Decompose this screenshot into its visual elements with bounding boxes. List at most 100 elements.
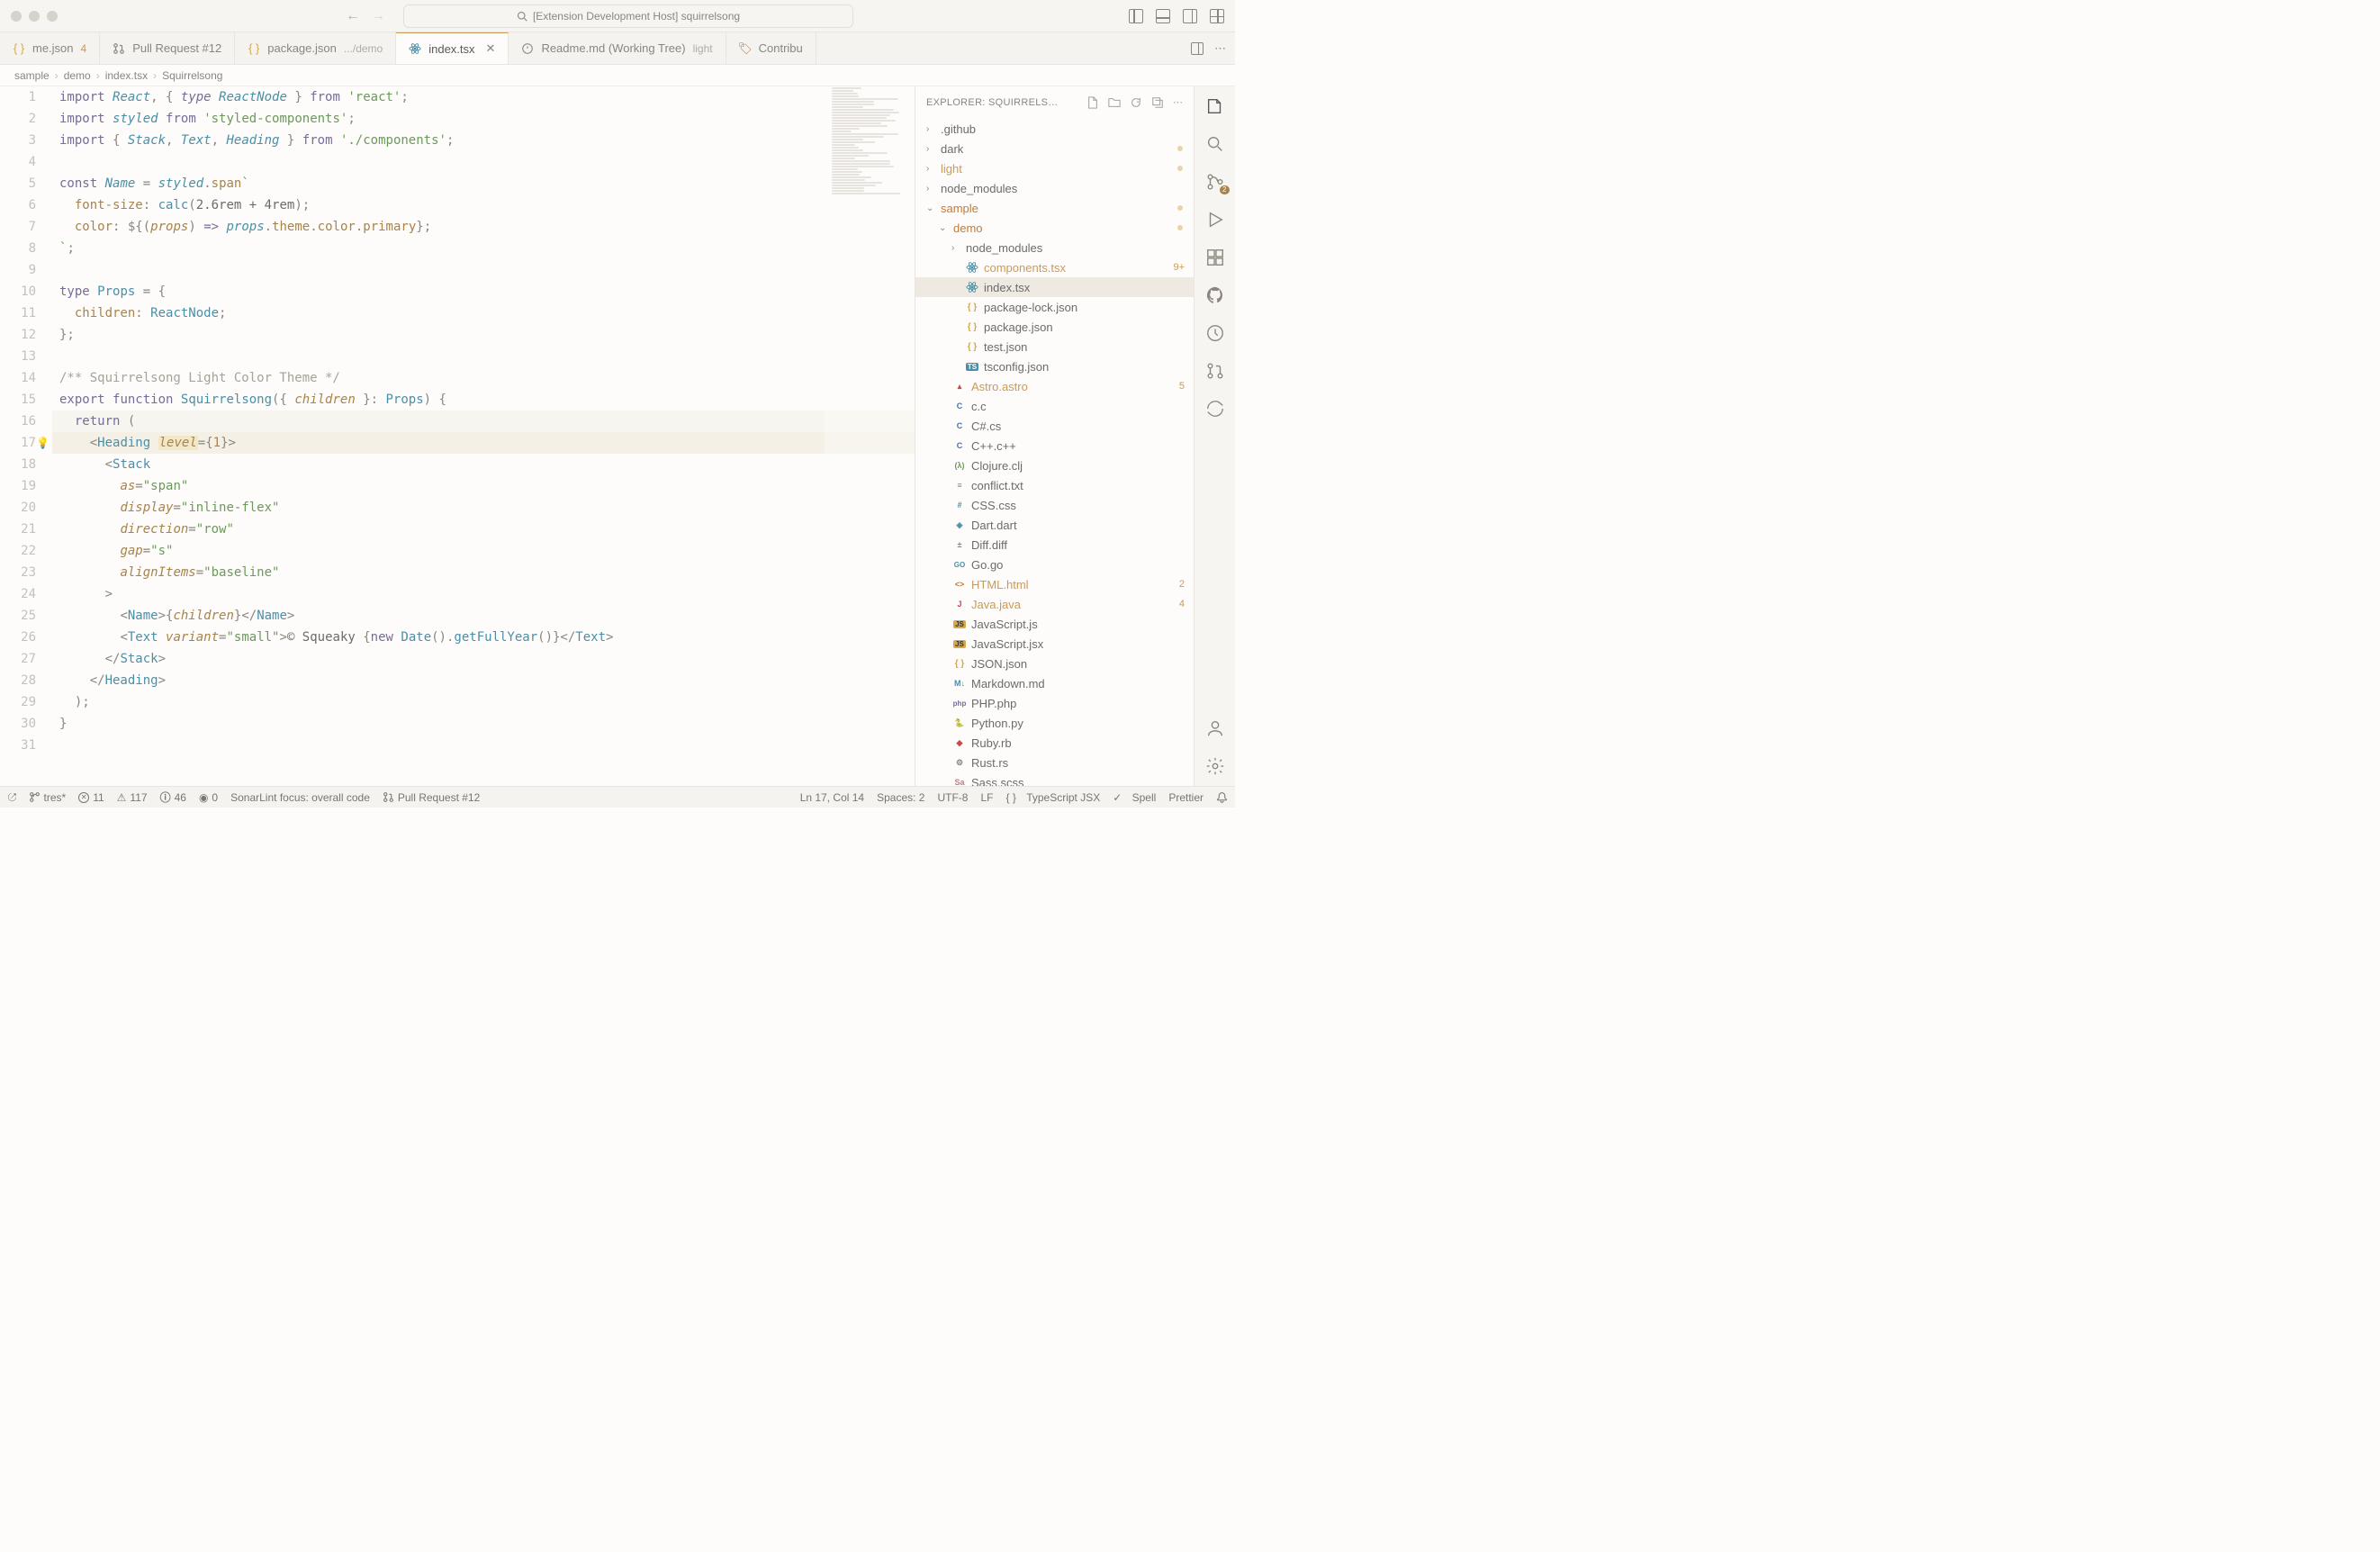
tree-file[interactable]: { }package.json <box>915 317 1194 337</box>
editor-tab[interactable]: Pull Request #12 <box>100 32 235 64</box>
spell-check[interactable]: ✓ Spell <box>1113 791 1156 804</box>
nav-forward[interactable]: → <box>371 8 385 24</box>
tree-folder[interactable]: ›.github <box>915 119 1194 139</box>
indentation[interactable]: Spaces: 2 <box>877 791 924 804</box>
more-actions-icon[interactable]: ⋯ <box>1214 41 1226 56</box>
toggle-panel-icon[interactable] <box>1156 9 1170 23</box>
tree-file[interactable]: SaSass.scss <box>915 772 1194 786</box>
problems-warnings[interactable]: ⚠117 <box>117 791 148 804</box>
toggle-primary-sidebar-icon[interactable] <box>1129 9 1143 23</box>
github-icon[interactable] <box>1204 284 1226 306</box>
editor-tab[interactable]: Readme.md (Working Tree)light <box>509 32 726 64</box>
tree-folder[interactable]: ›light <box>915 158 1194 178</box>
tree-file[interactable]: <>HTML.html2 <box>915 574 1194 594</box>
close-icon[interactable]: ✕ <box>486 41 496 56</box>
split-editor-icon[interactable] <box>1191 42 1204 55</box>
cursor-position[interactable]: Ln 17, Col 14 <box>800 791 864 804</box>
pull-request-icon[interactable] <box>1204 360 1226 382</box>
refresh-icon[interactable] <box>1130 96 1142 109</box>
language-mode[interactable]: { } TypeScript JSX <box>1005 791 1100 804</box>
collapse-all-icon[interactable] <box>1151 96 1164 109</box>
code-editor[interactable]: 1234567891011121314151617181920212223242… <box>0 86 915 786</box>
tree-file[interactable]: ±Diff.diff <box>915 535 1194 555</box>
tree-file[interactable]: 🐍Python.py <box>915 713 1194 733</box>
tree-file[interactable]: { }package-lock.json <box>915 297 1194 317</box>
tree-file[interactable]: { }test.json <box>915 337 1194 356</box>
tree-file[interactable]: ≡conflict.txt <box>915 475 1194 495</box>
tree-folder[interactable]: ⌄demo <box>915 218 1194 238</box>
tree-file[interactable]: ◈Dart.dart <box>915 515 1194 535</box>
tree-file[interactable]: index.tsx <box>915 277 1194 297</box>
loop-icon[interactable] <box>1204 398 1226 420</box>
tree-file[interactable]: JJava.java4 <box>915 594 1194 614</box>
tree-file[interactable]: GOGo.go <box>915 555 1194 574</box>
tree-label: package-lock.json <box>984 301 1194 314</box>
account-icon[interactable] <box>1204 717 1226 739</box>
md-icon: M↓ <box>953 677 966 690</box>
toggle-secondary-sidebar-icon[interactable] <box>1183 9 1197 23</box>
sonarlint-count[interactable]: ◉0 <box>199 791 218 804</box>
tree-file[interactable]: JSJavaScript.jsx <box>915 634 1194 654</box>
problems-info[interactable]: ⓘ46 <box>160 790 186 805</box>
tree-file[interactable]: phpPHP.php <box>915 693 1194 713</box>
tree-file[interactable]: CC#.cs <box>915 416 1194 436</box>
code-content[interactable]: import React, { type ReactNode } from 'r… <box>52 86 915 786</box>
editor-tab[interactable]: 🏷Contribu <box>726 32 816 64</box>
modified-dot <box>1177 205 1183 211</box>
pull-request-status[interactable]: Pull Request #12 <box>383 791 480 804</box>
tree-folder[interactable]: ›node_modules <box>915 238 1194 257</box>
run-debug-icon[interactable] <box>1204 209 1226 230</box>
tree-folder[interactable]: ›dark <box>915 139 1194 158</box>
lightbulb-icon[interactable]: 💡 <box>36 432 50 454</box>
tree-file[interactable]: JSJavaScript.js <box>915 614 1194 634</box>
command-center[interactable]: [Extension Development Host] squirrelson… <box>403 5 853 28</box>
encoding[interactable]: UTF-8 <box>937 791 968 804</box>
problems-errors[interactable]: ✕11 <box>78 791 104 804</box>
more-icon[interactable]: ⋯ <box>1173 96 1183 109</box>
remote-indicator[interactable]: ⎋ <box>7 790 16 804</box>
close-window[interactable] <box>11 11 22 22</box>
notifications-icon[interactable] <box>1216 791 1228 803</box>
tree-file[interactable]: ◆Ruby.rb <box>915 733 1194 753</box>
new-folder-icon[interactable] <box>1108 96 1121 109</box>
prettier[interactable]: Prettier <box>1168 791 1204 804</box>
timeline-icon[interactable] <box>1204 322 1226 344</box>
tree-file[interactable]: ⚙Rust.rs <box>915 753 1194 772</box>
tree-file[interactable]: components.tsx9+ <box>915 257 1194 277</box>
tree-file[interactable]: M↓Markdown.md <box>915 673 1194 693</box>
editor-tab[interactable]: { }package.json.../demo <box>235 32 396 64</box>
breadcrumb-segment[interactable]: Squirrelsong <box>162 69 222 82</box>
tree-file[interactable]: TStsconfig.json <box>915 356 1194 376</box>
tree-file[interactable]: (λ)Clojure.clj <box>915 456 1194 475</box>
nav-back[interactable]: ← <box>346 8 360 24</box>
tree-file[interactable]: CC++.c++ <box>915 436 1194 456</box>
settings-icon[interactable] <box>1204 755 1226 777</box>
tree-folder[interactable]: ›node_modules <box>915 178 1194 198</box>
tab-label: me.json <box>32 41 74 55</box>
tree-file[interactable]: ▴Astro.astro5 <box>915 376 1194 396</box>
sonarlint-focus[interactable]: SonarLint focus: overall code <box>230 791 370 804</box>
maximize-window[interactable] <box>47 11 58 22</box>
new-file-icon[interactable] <box>1086 96 1099 109</box>
source-control-icon[interactable]: 2 <box>1204 171 1226 193</box>
minimize-window[interactable] <box>29 11 40 22</box>
breadcrumb-segment[interactable]: sample <box>14 69 50 82</box>
editor-tab[interactable]: index.tsx✕ <box>396 32 509 64</box>
tab-suffix: .../demo <box>344 42 383 55</box>
breadcrumb-segment[interactable]: demo <box>64 69 91 82</box>
breadcrumb[interactable]: sample›demo›index.tsx›Squirrelsong <box>0 65 1235 86</box>
tree-folder[interactable]: ⌄sample <box>915 198 1194 218</box>
search-view-icon[interactable] <box>1204 133 1226 155</box>
eol[interactable]: LF <box>980 791 993 804</box>
editor-tab[interactable]: { }me.json4 <box>0 32 100 64</box>
tree-label: test.json <box>984 340 1194 354</box>
customize-layout-icon[interactable] <box>1210 9 1224 23</box>
tree-file[interactable]: Cc.c <box>915 396 1194 416</box>
explorer-view-icon[interactable] <box>1204 95 1226 117</box>
git-branch[interactable]: tres* <box>29 791 67 804</box>
tree-file[interactable]: { }JSON.json <box>915 654 1194 673</box>
breadcrumb-segment[interactable]: index.tsx <box>105 69 148 82</box>
tree-file[interactable]: #CSS.css <box>915 495 1194 515</box>
extensions-icon[interactable] <box>1204 247 1226 268</box>
minimap[interactable] <box>825 86 915 786</box>
